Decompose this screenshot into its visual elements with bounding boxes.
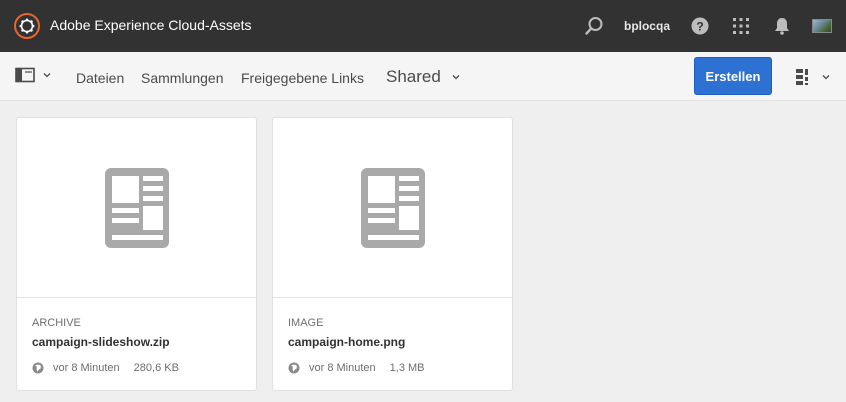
asset-card[interactable]: ARCHIVE campaign-slideshow.zip vor 8 Min…	[16, 117, 257, 391]
create-button[interactable]: Erstellen	[694, 57, 772, 95]
globe-icon	[32, 362, 44, 374]
user-avatar[interactable]	[812, 19, 832, 33]
notifications-bell-icon[interactable]	[771, 15, 793, 37]
search-icon[interactable]	[583, 15, 605, 37]
file-size: 280,6 KB	[133, 362, 179, 374]
svg-text:?: ?	[696, 20, 703, 34]
file-size: 1,3 MB	[389, 362, 425, 374]
asset-name[interactable]: campaign-slideshow.zip	[32, 335, 170, 349]
help-icon[interactable]: ?	[689, 15, 711, 37]
chevron-down-icon	[43, 73, 51, 78]
document-placeholder-icon	[360, 167, 425, 248]
modified-time: vor 8 Minuten	[309, 362, 376, 374]
current-folder-dropdown[interactable]: Shared	[386, 67, 461, 87]
card-thumbnail[interactable]	[273, 118, 512, 298]
shell-header: Adobe Experience Cloud-Assets bplocqa ?	[0, 0, 846, 52]
card-thumbnail[interactable]	[17, 118, 256, 298]
nav-link-freigegebene-links[interactable]: Freigegebene Links	[241, 70, 364, 86]
asset-name[interactable]: campaign-home.png	[288, 335, 405, 349]
adobe-logo-icon[interactable]	[14, 13, 40, 39]
asset-meta: vor 8 Minuten 280,6 KB	[32, 362, 179, 374]
current-folder-title: Shared	[386, 67, 441, 86]
chevron-down-icon	[452, 75, 460, 80]
user-name[interactable]: bplocqa	[624, 19, 670, 33]
asset-type: IMAGE	[288, 317, 324, 329]
nav-link-sammlungen[interactable]: Sammlungen	[141, 70, 224, 86]
apps-grid-icon[interactable]	[730, 15, 752, 37]
chevron-down-icon	[822, 75, 830, 80]
side-rail-icon	[15, 67, 35, 83]
asset-card[interactable]: IMAGE campaign-home.png vor 8 Minuten 1,…	[272, 117, 513, 391]
modified-time: vor 8 Minuten	[53, 362, 120, 374]
globe-icon	[288, 362, 300, 374]
card-view-icon	[796, 69, 808, 85]
asset-type: ARCHIVE	[32, 317, 81, 329]
asset-meta: vor 8 Minuten 1,3 MB	[288, 362, 425, 374]
app-title[interactable]: Adobe Experience Cloud-Assets	[50, 17, 252, 33]
document-placeholder-icon	[104, 167, 169, 248]
nav-link-dateien[interactable]: Dateien	[76, 70, 124, 86]
view-switcher-button[interactable]	[796, 69, 831, 85]
rail-toggle-button[interactable]	[15, 67, 52, 83]
